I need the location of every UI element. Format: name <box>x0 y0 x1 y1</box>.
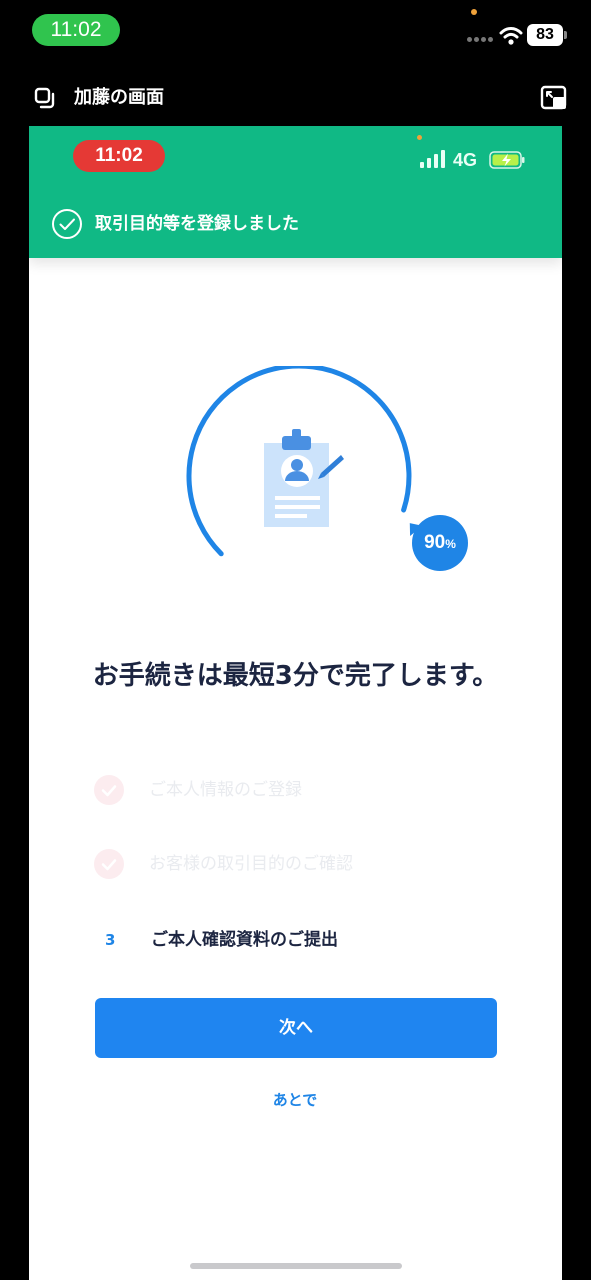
cellular-signal-icon <box>420 150 445 168</box>
step-label: ご本人情報のご登録 <box>149 780 302 800</box>
success-message: 取引目的等を登録しました <box>95 214 299 234</box>
check-circle-icon <box>94 775 124 805</box>
shared-screen: 11:02 4G 取引目的等を登録しました 90% お手続きは最短3分で完了しま… <box>29 126 562 1280</box>
picture-in-picture-icon[interactable] <box>540 85 568 111</box>
check-circle-icon <box>52 209 82 239</box>
battery-cap <box>564 31 567 39</box>
home-indicator[interactable] <box>190 1263 402 1269</box>
copy-icon[interactable] <box>34 87 56 109</box>
check-circle-icon <box>94 849 124 879</box>
wifi-icon <box>499 27 523 45</box>
later-link[interactable]: あとで <box>245 1088 345 1112</box>
progress-percent-badge: 90% <box>412 515 468 571</box>
inner-status-time: 11:02 <box>73 140 165 172</box>
next-button[interactable]: 次へ <box>95 998 497 1058</box>
screen-share-header: 加藤の画面 <box>0 78 591 118</box>
percent-value: 90 <box>424 532 446 553</box>
charging-battery-icon <box>489 151 525 169</box>
step-number: 3 <box>105 931 116 949</box>
progress-gauge <box>186 366 412 557</box>
step-item-2: お客様の取引目的のご確認 <box>93 844 513 884</box>
status-time-pill: 11:02 <box>32 14 120 46</box>
battery-icon: 83 <box>527 24 563 46</box>
network-type: 4G <box>453 150 478 170</box>
device-status-bar: 11:02 83 <box>0 0 591 60</box>
step-item-1: ご本人情報のご登録 <box>93 770 513 810</box>
inner-privacy-dot <box>417 135 422 140</box>
step-item-3: 3 ご本人確認資料のご提出 <box>93 920 513 960</box>
page-headline: お手続きは最短3分で完了します。 <box>92 661 499 691</box>
screen-share-title: 加藤の画面 <box>74 87 164 108</box>
percent-unit: % <box>445 537 456 551</box>
success-header: 11:02 4G 取引目的等を登録しました <box>29 126 562 258</box>
signal-dots-icon <box>467 37 493 43</box>
clipboard-profile-pencil-icon <box>264 429 344 527</box>
step-label: ご本人確認資料のご提出 <box>151 930 338 950</box>
privacy-indicator-dot <box>471 9 477 15</box>
step-label: お客様の取引目的のご確認 <box>149 854 353 874</box>
